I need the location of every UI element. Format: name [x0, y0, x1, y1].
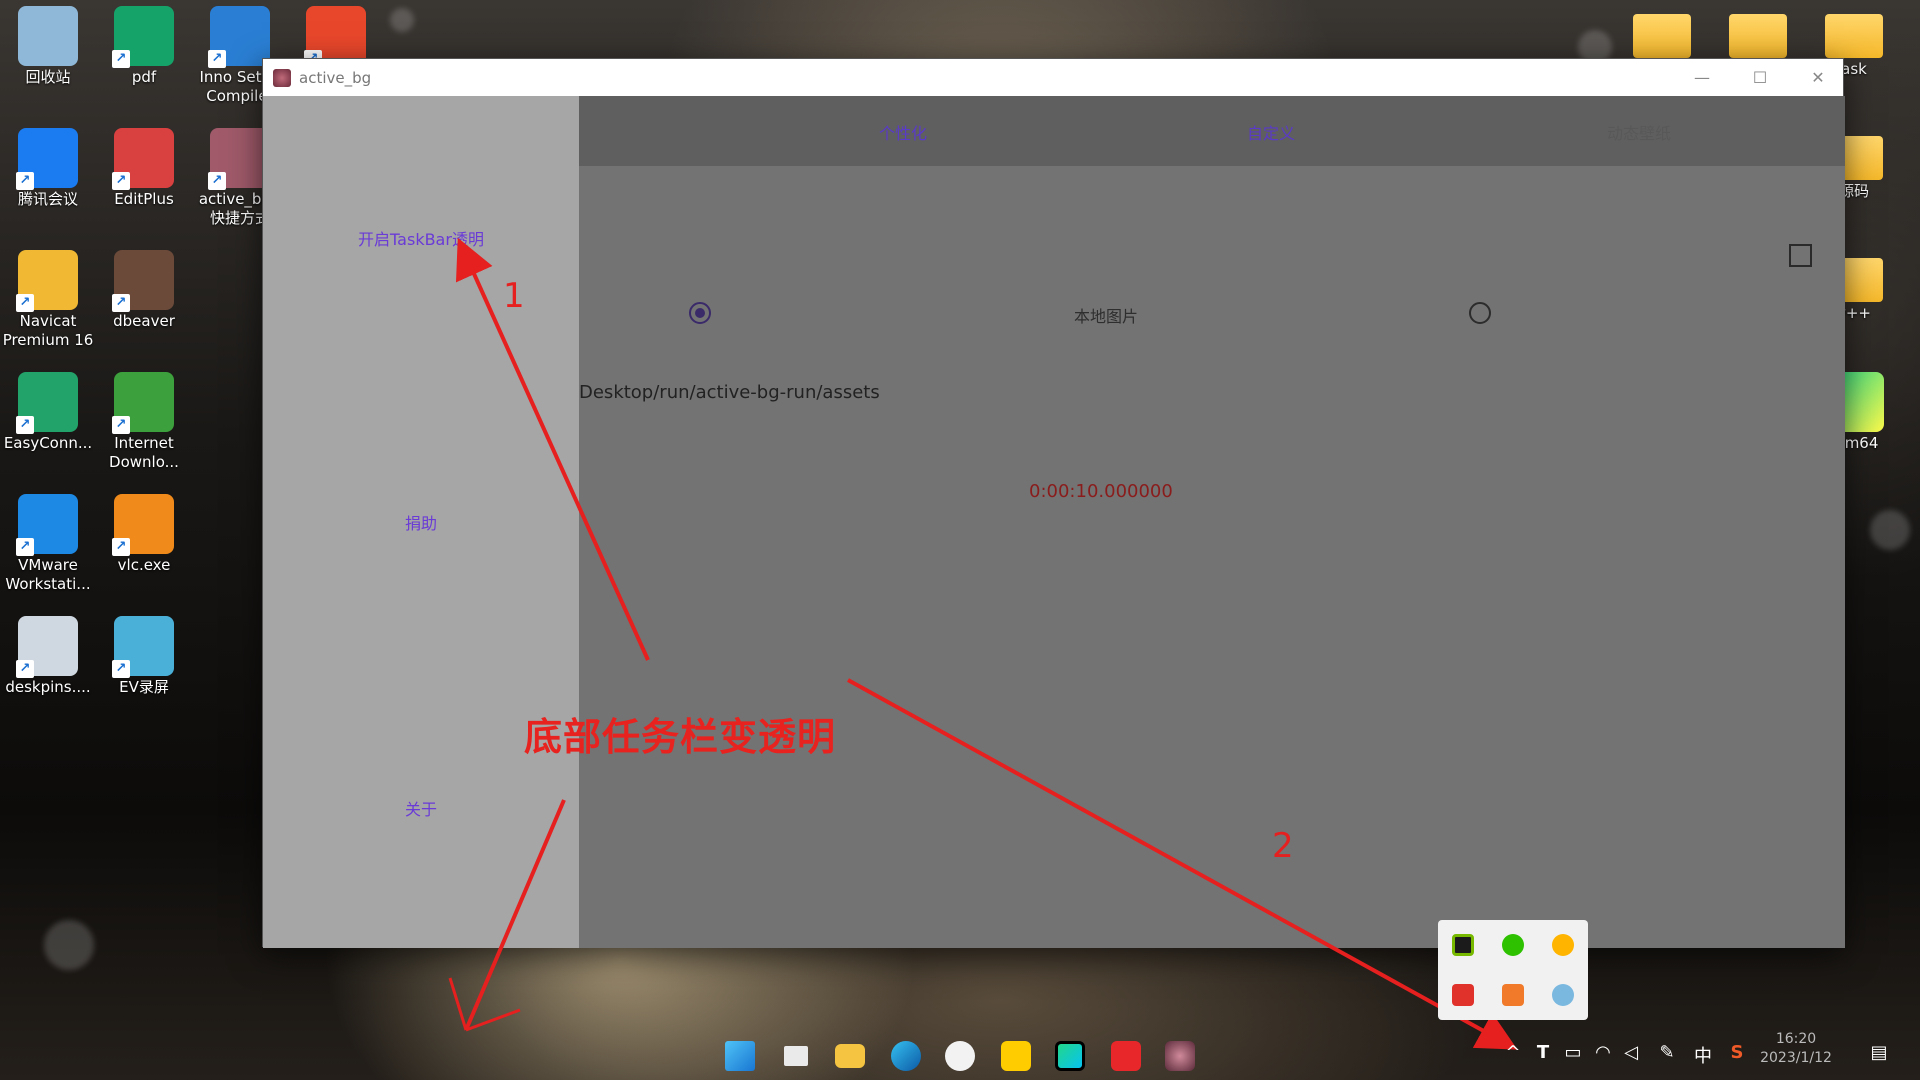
youdao-icon[interactable] [1106, 1036, 1146, 1076]
kugou-icon[interactable] [996, 1036, 1036, 1076]
task-view-icon[interactable] [776, 1036, 816, 1076]
ime-language[interactable]: 中 [1690, 1042, 1716, 1068]
typora-icon[interactable]: T [1530, 1042, 1556, 1063]
edge-icon[interactable] [886, 1036, 926, 1076]
webstorm-icon[interactable] [1050, 1036, 1090, 1076]
battery-icon[interactable]: ▭ [1560, 1042, 1586, 1063]
active-bg-icon[interactable] [1160, 1036, 1200, 1076]
annotation-label-2: 2 [1272, 826, 1294, 866]
start-icon[interactable] [720, 1036, 760, 1076]
browser-icon[interactable] [940, 1036, 980, 1076]
arrow-3 [464, 799, 566, 1031]
mail-master-icon[interactable] [1452, 984, 1474, 1006]
clock-date: 2023/1/12 [1760, 1050, 1832, 1066]
clock-time: 16:20 [1775, 1031, 1817, 1047]
annotation-arrows [448, 237, 1518, 1050]
notification-icon[interactable]: ▤ [1866, 1042, 1892, 1063]
sogou-ime-icon[interactable] [1502, 984, 1524, 1006]
volume-icon[interactable]: ◁ [1618, 1042, 1644, 1063]
tray-overflow-popup [1438, 920, 1588, 1020]
sogou-tray-icon[interactable]: S [1724, 1042, 1750, 1063]
annotation-caption: 底部任务栏变透明 [524, 715, 837, 759]
arrow-3-head-a [448, 977, 468, 1031]
arrow-1 [455, 237, 650, 661]
wifi-icon[interactable]: ◠ [1590, 1042, 1616, 1063]
clock[interactable]: 16:20 2023/1/12 [1758, 1030, 1834, 1068]
file-explorer-icon[interactable] [830, 1036, 870, 1076]
annotation-label-1: 1 [503, 276, 525, 316]
tray-chevron-icon[interactable]: ^ [1500, 1042, 1526, 1063]
arrow-2 [847, 678, 1518, 1050]
bird-icon[interactable] [1552, 984, 1574, 1006]
kuaishou-icon[interactable] [1552, 934, 1574, 956]
wechat-icon[interactable] [1502, 934, 1524, 956]
pen-icon[interactable]: ✎ [1654, 1042, 1680, 1063]
nvidia-icon[interactable] [1452, 934, 1474, 956]
